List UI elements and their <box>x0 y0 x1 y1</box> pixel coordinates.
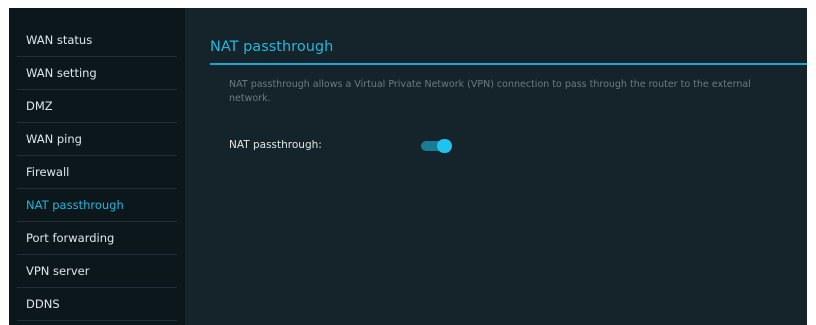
sidebar-item-wan-ping[interactable]: WAN ping <box>17 123 177 156</box>
router-settings-window: WAN status WAN setting DMZ WAN ping Fire… <box>9 8 807 325</box>
sidebar-item-wan-setting[interactable]: WAN setting <box>17 57 177 90</box>
sidebar-item-port-forwarding[interactable]: Port forwarding <box>17 222 177 255</box>
sidebar-item-dmz[interactable]: DMZ <box>17 90 177 123</box>
page-description: NAT passthrough allows a Virtual Private… <box>229 79 751 104</box>
main-panel: NAT passthrough NAT passthrough allows a… <box>185 8 807 325</box>
sidebar-item-nat-passthrough[interactable]: NAT passthrough <box>17 189 177 222</box>
nat-passthrough-toggle[interactable] <box>421 139 453 153</box>
sidebar: WAN status WAN setting DMZ WAN ping Fire… <box>9 8 185 325</box>
title-divider <box>210 63 807 65</box>
nat-passthrough-label: NAT passthrough: <box>229 139 322 151</box>
sidebar-item-wan-status[interactable]: WAN status <box>17 24 177 57</box>
sidebar-item-ddns[interactable]: DDNS <box>17 288 177 321</box>
sidebar-item-vpn-server[interactable]: VPN server <box>17 255 177 288</box>
page-title: NAT passthrough <box>210 39 334 55</box>
toggle-knob <box>437 139 452 153</box>
sidebar-item-firewall[interactable]: Firewall <box>17 156 177 189</box>
